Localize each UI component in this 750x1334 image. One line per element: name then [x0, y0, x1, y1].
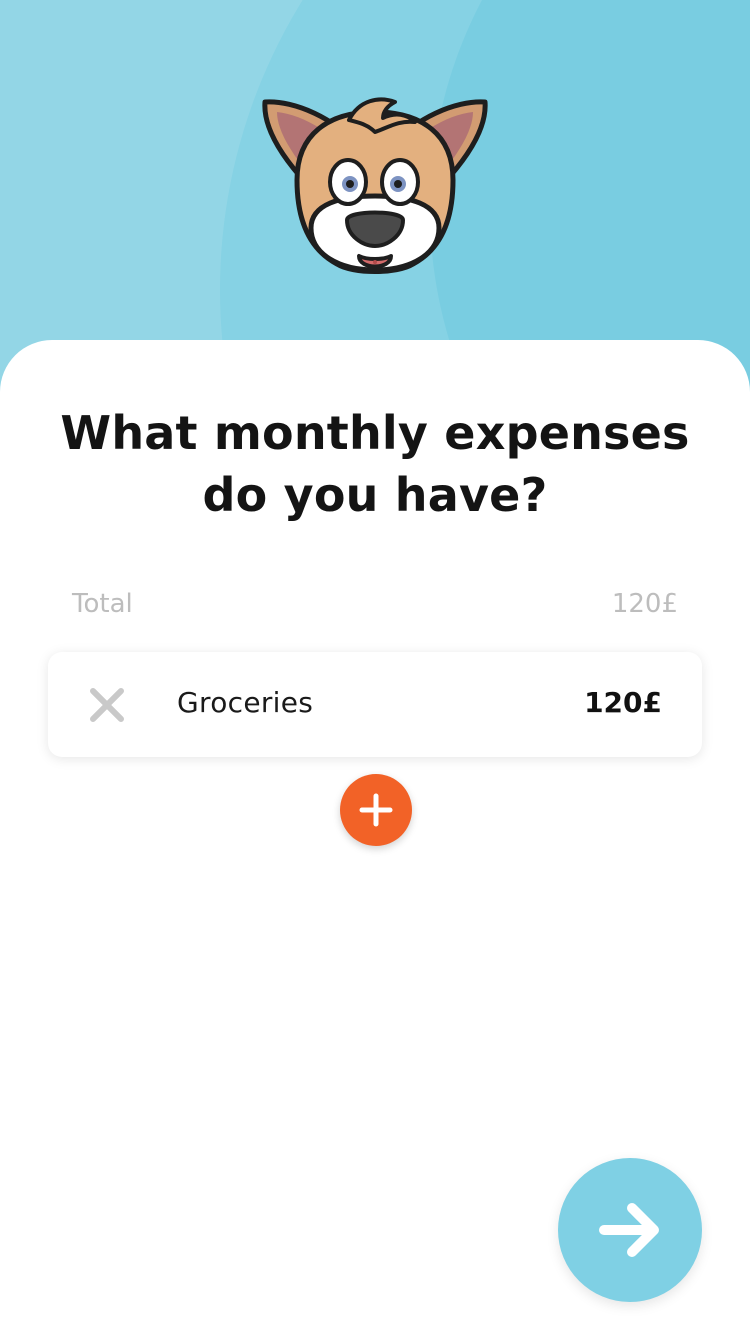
- add-expense-button[interactable]: [340, 774, 412, 846]
- total-label: Total: [72, 589, 133, 619]
- dog-mascot-icon: [262, 97, 488, 274]
- total-value: 120£: [611, 589, 678, 619]
- arrow-right-icon: [599, 1203, 659, 1257]
- remove-expense-button[interactable]: [88, 686, 126, 724]
- expense-amount[interactable]: 120£: [584, 686, 662, 719]
- next-button[interactable]: [558, 1158, 702, 1302]
- plus-icon: [359, 793, 393, 827]
- page-title: What monthly expenses do you have?: [60, 406, 690, 522]
- close-icon: [90, 688, 124, 722]
- expense-name[interactable]: Groceries: [177, 686, 313, 719]
- expense-item: Groceries 120£: [48, 652, 702, 757]
